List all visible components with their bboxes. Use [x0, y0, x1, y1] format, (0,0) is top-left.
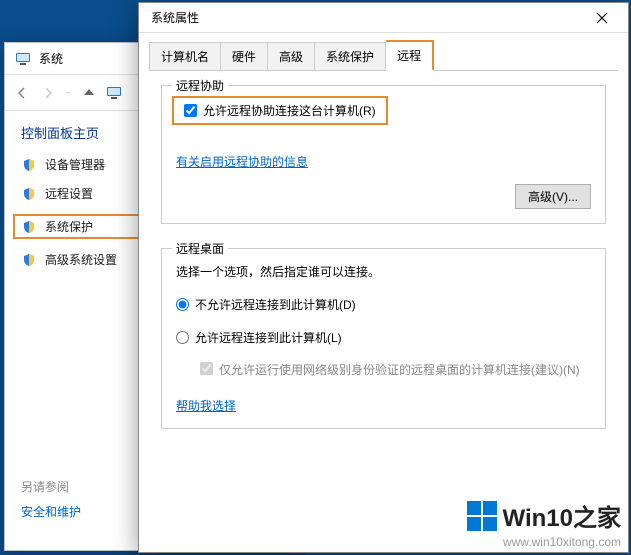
remote-assist-group: 远程协助 允许远程协助连接这台计算机(R) 有关启用远程协助的信息 高级(V).…: [161, 85, 606, 224]
tab-remote[interactable]: 远程: [386, 40, 434, 71]
tab-hardware[interactable]: 硬件: [221, 42, 268, 71]
remote-assist-info-link[interactable]: 有关启用远程协助的信息: [176, 155, 308, 169]
shield-icon: [21, 186, 37, 202]
shield-icon: [21, 252, 37, 268]
sidebar-item-label: 设备管理器: [45, 156, 105, 173]
tab-advanced[interactable]: 高级: [268, 42, 315, 71]
sidebar-item-label: 系统保护: [45, 218, 93, 235]
system-properties-dialog: 系统属性 计算机名 硬件 高级 系统保护 远程 远程协助 允许远程协助连接这台计…: [138, 2, 629, 553]
nla-checkbox-label: 仅允许运行使用网络级别身份验证的远程桌面的计算机连接(建议)(N): [219, 362, 580, 379]
tabs-row: 计算机名 硬件 高级 系统保护 远程: [139, 33, 628, 70]
remote-desktop-help: 选择一个选项，然后指定谁可以连接。: [176, 263, 591, 280]
radio-allow[interactable]: [176, 331, 189, 344]
remote-desktop-group: 远程桌面 选择一个选项，然后指定谁可以连接。 不允许远程连接到此计算机(D) 允…: [161, 248, 606, 429]
system-footer: 另请参阅 安全和维护: [21, 478, 81, 520]
radio-allow-label: 允许远程连接到此计算机(L): [195, 329, 342, 346]
back-icon[interactable]: [13, 84, 31, 102]
advanced-button[interactable]: 高级(V)...: [515, 184, 591, 209]
remote-desktop-legend: 远程桌面: [172, 240, 228, 257]
allow-remote-assist-checkbox[interactable]: [184, 104, 197, 117]
remote-assist-legend: 远程协助: [172, 77, 228, 94]
dialog-content: 远程协助 允许远程协助连接这台计算机(R) 有关启用远程协助的信息 高级(V).…: [149, 70, 618, 542]
nla-checkbox-row: 仅允许运行使用网络级别身份验证的远程桌面的计算机连接(建议)(N): [200, 362, 591, 379]
radio-disallow-row[interactable]: 不允许远程连接到此计算机(D): [176, 296, 591, 313]
monitor-icon: [15, 51, 31, 67]
dialog-title: 系统属性: [151, 9, 199, 26]
tab-computer-name[interactable]: 计算机名: [149, 42, 221, 71]
nav-separator: ~: [65, 86, 72, 100]
monitor-breadcrumb-icon: [106, 85, 122, 101]
close-button[interactable]: [582, 4, 622, 32]
help-me-choose-link[interactable]: 帮助我选择: [176, 399, 236, 413]
radio-disallow-label: 不允许远程连接到此计算机(D): [195, 296, 356, 313]
sidebar-item-label: 高级系统设置: [45, 251, 117, 268]
system-window-title: 系统: [39, 50, 63, 67]
forward-icon[interactable]: [39, 84, 57, 102]
radio-allow-row[interactable]: 允许远程连接到此计算机(L): [176, 329, 591, 346]
dialog-titlebar: 系统属性: [139, 3, 628, 33]
allow-remote-assist-checkbox-row[interactable]: 允许远程协助连接这台计算机(R): [172, 96, 388, 125]
tab-system-protection[interactable]: 系统保护: [315, 42, 386, 71]
radio-disallow[interactable]: [176, 298, 189, 311]
shield-icon: [21, 219, 37, 235]
allow-remote-assist-label: 允许远程协助连接这台计算机(R): [203, 102, 376, 119]
close-icon: [596, 12, 608, 24]
shield-icon: [21, 157, 37, 173]
footer-heading: 另请参阅: [21, 478, 81, 495]
up-icon[interactable]: [80, 84, 98, 102]
sidebar-item-label: 远程设置: [45, 185, 93, 202]
footer-link-security[interactable]: 安全和维护: [21, 503, 81, 520]
nla-checkbox: [200, 362, 213, 375]
